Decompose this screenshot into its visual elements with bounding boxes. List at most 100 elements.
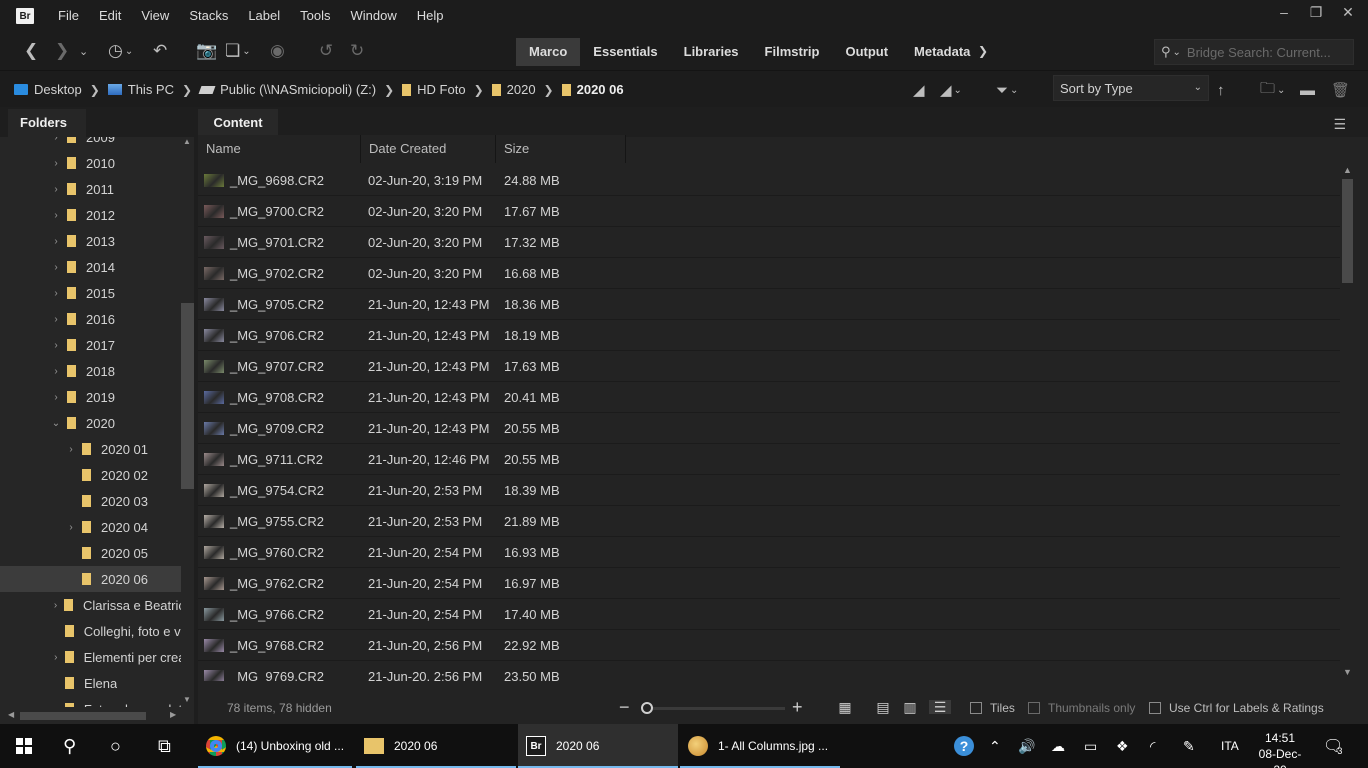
scroll-left-icon[interactable]: ◀: [8, 710, 14, 719]
tiles-checkbox[interactable]: Tiles: [970, 701, 1015, 715]
new-folder-icon[interactable]: ▬: [1300, 78, 1315, 102]
workspace-tab-marco[interactable]: Marco: [516, 38, 581, 66]
taskbar-task[interactable]: 1- All Columns.jpg ...: [680, 724, 840, 768]
start-button[interactable]: [0, 724, 48, 768]
file-row[interactable]: _MG_9762.CR2 21-Jun-20, 2:54 PM 16.97 MB: [198, 568, 1340, 599]
recent-folders-icon[interactable]: 🗀 ⌄: [1260, 78, 1285, 102]
language-indicator[interactable]: ITA: [1221, 739, 1239, 753]
chevron-right-icon[interactable]: ›: [51, 137, 61, 143]
history-icon[interactable]: ◷ ⌄: [108, 40, 133, 62]
chevron-right-icon[interactable]: ›: [51, 600, 60, 611]
breadcrumb-item[interactable]: 2020 06: [561, 82, 624, 97]
folder-tree-item[interactable]: › 2011: [0, 176, 181, 202]
scroll-down-icon[interactable]: ▼: [183, 695, 191, 704]
menu-label[interactable]: Label: [238, 0, 290, 32]
folder-tree-item[interactable]: › 2017: [0, 332, 181, 358]
notifications-icon[interactable]: 🗨 3: [1323, 724, 1343, 768]
chevron-right-icon[interactable]: ›: [51, 314, 61, 325]
workspace-tab-essentials[interactable]: Essentials: [580, 38, 670, 66]
file-row[interactable]: _MG_9706.CR2 21-Jun-20, 12:43 PM 18.19 MB: [198, 320, 1340, 351]
refine-icon[interactable]: ❏ ⌄: [225, 40, 251, 62]
file-row[interactable]: _MG_9754.CR2 21-Jun-20, 2:53 PM 18.39 MB: [198, 475, 1340, 506]
file-row[interactable]: _MG_9705.CR2 21-Jun-20, 12:43 PM 18.36 MB: [198, 289, 1340, 320]
folder-tree-item[interactable]: › 2020 04: [0, 514, 181, 540]
restore-button[interactable]: ❐: [1300, 0, 1332, 24]
thumbnail-size-slider-knob[interactable]: [641, 702, 653, 714]
content-scrollbar[interactable]: ▲ ▼: [1340, 165, 1356, 681]
battery-icon[interactable]: ▭: [1084, 724, 1097, 768]
file-row[interactable]: _MG_9700.CR2 02-Jun-20, 3:20 PM 17.67 MB: [198, 196, 1340, 227]
folder-tree-item[interactable]: 2020 05: [0, 540, 181, 566]
scroll-up-icon[interactable]: ▲: [1343, 165, 1352, 175]
folder-tree-item[interactable]: 2020 03: [0, 488, 181, 514]
chevron-right-icon[interactable]: ›: [51, 262, 61, 273]
scroll-up-icon[interactable]: ▲: [183, 137, 191, 146]
workspace-tab-libraries[interactable]: Libraries: [671, 38, 752, 66]
chevron-right-icon[interactable]: ›: [51, 366, 61, 377]
breadcrumb-separator-icon[interactable]: ❯: [474, 83, 484, 97]
taskbar-task[interactable]: Br 2020 06: [518, 724, 678, 768]
folder-tree-item[interactable]: › 2009: [0, 137, 181, 150]
folder-tree-item[interactable]: Elena: [0, 670, 181, 696]
folder-tree-item[interactable]: › 2014: [0, 254, 181, 280]
file-row[interactable]: _MG_9768.CR2 21-Jun-20, 2:56 PM 22.92 MB: [198, 630, 1340, 661]
zoom-out-icon[interactable]: −: [619, 697, 630, 718]
column-header-name[interactable]: Name: [198, 135, 361, 163]
task-view-icon[interactable]: ⧉: [158, 736, 171, 757]
chevron-right-icon[interactable]: ›: [66, 522, 76, 533]
breadcrumb-separator-icon[interactable]: ❯: [544, 83, 554, 97]
file-row[interactable]: _MG_9709.CR2 21-Jun-20, 12:43 PM 20.55 MB: [198, 413, 1340, 444]
folder-tree-item[interactable]: ⌄ 2020: [0, 410, 181, 436]
clock[interactable]: 14:51 08-Dec-20: [1252, 730, 1308, 768]
thumbnail-size-slider[interactable]: [645, 707, 785, 710]
scrollbar-thumb[interactable]: [1342, 179, 1353, 283]
menu-view[interactable]: View: [131, 0, 179, 32]
recent-chevron-icon[interactable]: ⌄: [79, 40, 88, 62]
help-icon[interactable]: ?: [954, 724, 974, 768]
menu-edit[interactable]: Edit: [89, 0, 131, 32]
rotate-left-icon[interactable]: ↺: [319, 40, 333, 62]
chevron-down-icon[interactable]: ⌄: [51, 418, 61, 429]
chevron-right-icon[interactable]: ›: [51, 704, 61, 708]
taskbar-task[interactable]: (14) Unboxing old ...: [198, 724, 352, 768]
details-view-icon[interactable]: ▥: [901, 699, 919, 715]
file-row[interactable]: _MG_9698.CR2 02-Jun-20, 3:19 PM 24.88 MB: [198, 165, 1340, 196]
folder-tree-item[interactable]: › 2018: [0, 358, 181, 384]
folder-tree-item[interactable]: › Elementi per crea: [0, 644, 181, 670]
chevron-right-icon[interactable]: ›: [51, 340, 61, 351]
folder-tree-item[interactable]: 2020 02: [0, 462, 181, 488]
folder-tree-item[interactable]: Colleghi, foto e vi: [0, 618, 181, 644]
search-icon[interactable]: ⚲: [63, 736, 76, 757]
thumbnails-only-checkbox[interactable]: Thumbnails only: [1028, 701, 1135, 715]
checkbox-box[interactable]: [1149, 702, 1161, 714]
folder-tree-item[interactable]: › 2012: [0, 202, 181, 228]
tab-content[interactable]: Content: [198, 109, 278, 137]
rating-filter-icon[interactable]: ◢: [913, 78, 925, 102]
back-icon[interactable]: ❮: [24, 40, 38, 62]
folder-tree-hscrollbar[interactable]: ◀ ▶: [8, 708, 178, 722]
sort-dropdown[interactable]: Sort by Type ⌄: [1053, 75, 1209, 101]
taskbar-task[interactable]: 2020 06: [356, 724, 516, 768]
column-header-size[interactable]: Size: [496, 135, 626, 163]
chevron-right-icon[interactable]: ›: [51, 158, 61, 169]
file-row[interactable]: _MG_9708.CR2 21-Jun-20, 12:43 PM 20.41 MB: [198, 382, 1340, 413]
folder-tree-item[interactable]: › 2015: [0, 280, 181, 306]
breadcrumb-item[interactable]: Public (\\NASmiciopoli) (Z:): [198, 82, 376, 97]
tab-folders[interactable]: Folders: [8, 109, 86, 137]
folder-tree-item[interactable]: › 2020 01: [0, 436, 181, 462]
folder-tree-item[interactable]: › 2013: [0, 228, 181, 254]
file-row[interactable]: _MG_9760.CR2 21-Jun-20, 2:54 PM 16.93 MB: [198, 537, 1340, 568]
folder-tree-item[interactable]: › Foto roba vendut: [0, 696, 181, 707]
folder-tree-item[interactable]: › Clarissa e Beatrice: [0, 592, 181, 618]
chevron-right-icon[interactable]: ›: [51, 288, 61, 299]
pen-icon[interactable]: ✎: [1183, 724, 1195, 768]
breadcrumb-separator-icon[interactable]: ❯: [182, 83, 192, 97]
rotate-right-icon[interactable]: ↻: [350, 40, 364, 62]
close-button[interactable]: ✕: [1332, 0, 1364, 24]
panel-menu-icon[interactable]: ☰: [1333, 116, 1346, 133]
rating-filter-menu-icon[interactable]: ◢ ⌄: [940, 78, 962, 102]
workspace-tab-metadata[interactable]: Metadata: [901, 38, 983, 66]
file-row[interactable]: _MG_9707.CR2 21-Jun-20, 12:43 PM 17.63 MB: [198, 351, 1340, 382]
file-row[interactable]: _MG_9755.CR2 21-Jun-20, 2:53 PM 21.89 MB: [198, 506, 1340, 537]
menu-help[interactable]: Help: [407, 0, 454, 32]
